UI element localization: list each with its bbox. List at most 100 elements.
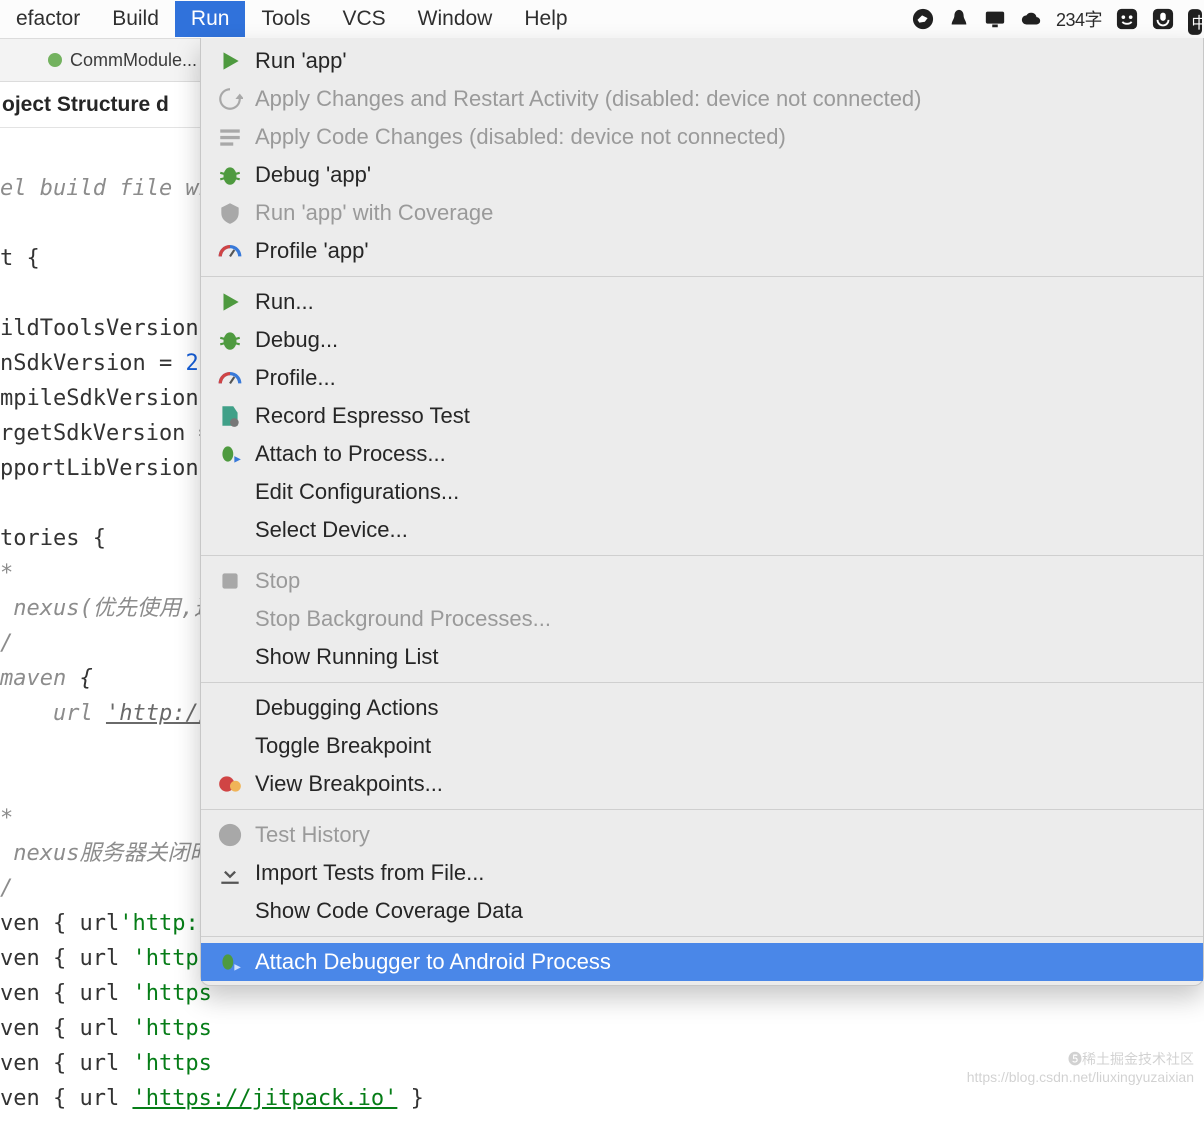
menu-show-running[interactable]: Show Running List — [201, 638, 1203, 676]
code-line: nSdkVersion = 21 — [0, 351, 212, 376]
blank-icon — [217, 898, 243, 924]
mic-icon[interactable] — [1152, 8, 1174, 30]
record-icon — [217, 403, 243, 429]
menu-build[interactable]: Build — [96, 1, 175, 37]
code-line: ven { url 'https — [0, 1051, 212, 1076]
menu-debug[interactable]: Debug... — [201, 321, 1203, 359]
menubar: efactor Build Run Tools VCS Window Help … — [0, 0, 1204, 38]
menu-window[interactable]: Window — [402, 1, 509, 37]
code-line: ven { url 'https://jitpack.io' } — [0, 1086, 424, 1111]
ime-icon[interactable]: 中 — [1188, 8, 1202, 30]
menu-vcs[interactable]: VCS — [326, 1, 401, 37]
blank-icon — [217, 733, 243, 759]
menu-item-label: Show Code Coverage Data — [255, 898, 523, 924]
menu-item-label: Stop Background Processes... — [255, 606, 551, 632]
stop-icon — [217, 568, 243, 594]
menu-run[interactable]: Run — [175, 1, 246, 37]
menu-import-tests[interactable]: Import Tests from File... — [201, 854, 1203, 892]
menu-item-label: Attach to Process... — [255, 441, 446, 467]
menu-run-coverage: Run 'app' with Coverage — [201, 194, 1203, 232]
code-line: mpileSdkVersion — [0, 386, 212, 411]
coverage-icon — [217, 200, 243, 226]
clock-icon — [217, 822, 243, 848]
smiley-icon[interactable] — [1116, 8, 1138, 30]
menu-item-label: Select Device... — [255, 517, 408, 543]
bird-icon[interactable] — [912, 8, 934, 30]
menu-show-coverage[interactable]: Show Code Coverage Data — [201, 892, 1203, 930]
code-line: ven { url 'https — [0, 946, 212, 971]
run-menu-dropdown: Run 'app' Apply Changes and Restart Acti… — [200, 38, 1204, 986]
menu-separator — [201, 682, 1203, 683]
code-line: ven { url'http:/ — [0, 911, 212, 936]
open-file-tab[interactable]: CommModule... — [70, 50, 197, 71]
menu-stop-bg: Stop Background Processes... — [201, 600, 1203, 638]
breakpoint-icon — [217, 771, 243, 797]
menu-item-label: Import Tests from File... — [255, 860, 484, 886]
bug-attach-icon — [217, 949, 243, 975]
play-icon — [217, 48, 243, 74]
bug-icon — [217, 327, 243, 353]
menu-select-device[interactable]: Select Device... — [201, 511, 1203, 549]
menu-debugging-actions[interactable]: Debugging Actions — [201, 689, 1203, 727]
menu-toggle-breakpoint[interactable]: Toggle Breakpoint — [201, 727, 1203, 765]
code-line: nexus(优先使用,这 — [0, 596, 216, 621]
menu-view-breakpoints[interactable]: View Breakpoints... — [201, 765, 1203, 803]
menu-help[interactable]: Help — [508, 1, 583, 37]
play-icon — [217, 289, 243, 315]
menu-item-label: Debug... — [255, 327, 338, 353]
blank-icon — [217, 517, 243, 543]
menu-attach-debugger-android[interactable]: Attach Debugger to Android Process — [201, 943, 1203, 981]
menu-profile[interactable]: Profile... — [201, 359, 1203, 397]
menu-item-label: Apply Code Changes (disabled: device not… — [255, 124, 786, 150]
menu-item-label: Edit Configurations... — [255, 479, 459, 505]
import-icon — [217, 860, 243, 886]
lines-icon — [217, 124, 243, 150]
menu-separator — [201, 276, 1203, 277]
menu-tools[interactable]: Tools — [245, 1, 326, 37]
menu-run[interactable]: Run... — [201, 283, 1203, 321]
menu-refactor[interactable]: efactor — [0, 1, 96, 37]
blank-icon — [217, 606, 243, 632]
menu-separator — [201, 809, 1203, 810]
menu-item-label: Debugging Actions — [255, 695, 438, 721]
menu-attach-process[interactable]: Attach to Process... — [201, 435, 1203, 473]
code-line: ildToolsVersion — [0, 316, 212, 341]
code-line: t { — [0, 246, 40, 271]
menu-apply-changes-restart: Apply Changes and Restart Activity (disa… — [201, 80, 1203, 118]
bug-attach-icon — [217, 441, 243, 467]
menu-apply-code-changes: Apply Code Changes (disabled: device not… — [201, 118, 1203, 156]
system-tray: 234字 中 — [912, 0, 1202, 38]
svg-text:中: 中 — [1192, 15, 1203, 32]
profile-icon — [217, 238, 243, 264]
menu-item-label: Attach Debugger to Android Process — [255, 949, 611, 975]
code-line: * — [0, 806, 13, 831]
menu-debug-app[interactable]: Debug 'app' — [201, 156, 1203, 194]
cloud-icon[interactable] — [1020, 8, 1042, 30]
menu-item-label: Test History — [255, 822, 370, 848]
code-line: ven { url 'https — [0, 1016, 212, 1041]
menu-separator — [201, 936, 1203, 937]
menu-item-label: View Breakpoints... — [255, 771, 443, 797]
menu-item-label: Stop — [255, 568, 300, 594]
code-line: maven { — [0, 666, 93, 691]
menu-profile-app[interactable]: Profile 'app' — [201, 232, 1203, 270]
menu-item-label: Profile... — [255, 365, 336, 391]
code-line: url 'http:// — [0, 701, 212, 726]
menu-item-label: Run 'app' — [255, 48, 347, 74]
menu-edit-configurations[interactable]: Edit Configurations... — [201, 473, 1203, 511]
module-dot-icon — [48, 53, 62, 67]
code-line: pportLibVersion — [0, 456, 212, 481]
menu-item-label: Apply Changes and Restart Activity (disa… — [255, 86, 922, 112]
profile-icon — [217, 365, 243, 391]
menu-run-app[interactable]: Run 'app' — [201, 42, 1203, 80]
monitor-icon[interactable] — [984, 8, 1006, 30]
code-line: / — [0, 631, 13, 656]
word-count[interactable]: 234字 — [1056, 6, 1102, 32]
menu-record-espresso[interactable]: Record Espresso Test — [201, 397, 1203, 435]
penguin-icon[interactable] — [948, 8, 970, 30]
inner-header-title: oject Structure d — [2, 93, 169, 117]
restart-icon — [217, 86, 243, 112]
code-line: tories { — [0, 526, 106, 551]
menu-test-history: Test History — [201, 816, 1203, 854]
code-line: el build file wh — [0, 176, 212, 201]
